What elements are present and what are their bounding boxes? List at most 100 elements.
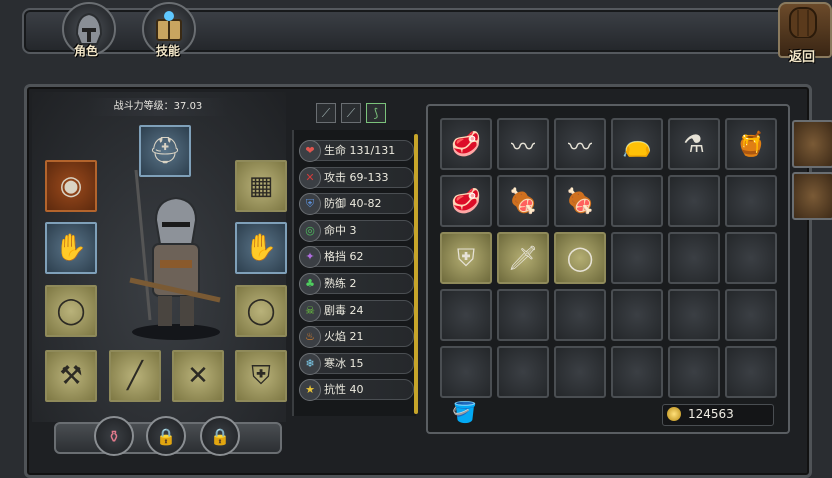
- stat-row: ❤ 生命 131/131: [299, 140, 414, 162]
- power-level: 战斗力等级：37.03: [88, 98, 228, 116]
- stat-row: ♨ 火焰 21: [299, 326, 414, 349]
- ring-slot-left[interactable]: ◯: [45, 285, 97, 337]
- inventory-cell[interactable]: [440, 346, 492, 398]
- stats-scrollbar[interactable]: [414, 134, 418, 414]
- resist-icon: ★: [299, 379, 321, 402]
- inventory-cell[interactable]: 🥩: [440, 118, 492, 170]
- dagger-icon: 🗡: [507, 244, 539, 272]
- quick-slot-potion[interactable]: ⚱: [94, 416, 134, 456]
- honey-jar-icon: 🍯: [736, 130, 766, 158]
- inventory-cell[interactable]: [611, 289, 663, 341]
- bag-tab-1[interactable]: [792, 120, 832, 168]
- raw-meat-icon: 🍖: [565, 187, 595, 215]
- amulet-slot[interactable]: ◉: [45, 160, 97, 212]
- shield-icon: ⛨: [299, 193, 321, 216]
- inventory-cell[interactable]: [497, 346, 549, 398]
- inventory-cell[interactable]: 〰: [554, 118, 606, 170]
- raw-meat-icon: 🍖: [508, 187, 538, 215]
- lock-icon: 🔒: [210, 426, 230, 446]
- inventory-cell[interactable]: 🥩: [440, 175, 492, 227]
- chest-armor-icon: ▦: [248, 171, 274, 201]
- ice-icon: ❄: [299, 352, 321, 375]
- axe-icon: ⚒: [59, 361, 83, 391]
- inventory-cell[interactable]: 〰: [497, 118, 549, 170]
- fire-icon: ♨: [299, 326, 321, 349]
- target-icon: ◎: [299, 219, 321, 242]
- stat-row: ❄ 寒冰 15: [299, 352, 414, 375]
- bucket-icon[interactable]: 🪣: [452, 400, 477, 424]
- stat-text: 火焰 21: [324, 330, 364, 344]
- stat-row: ⛨ 防御 40-82: [299, 193, 414, 216]
- chest-armor-slot[interactable]: ▦: [235, 160, 287, 212]
- sword-filter-icon[interactable]: ⟋: [316, 103, 336, 123]
- spear-icon: ╱: [127, 361, 143, 391]
- quick-slot-locked-2[interactable]: 🔒: [200, 416, 240, 456]
- inventory-cell[interactable]: [554, 346, 606, 398]
- inventory-cell[interactable]: [668, 289, 720, 341]
- worm-icon: 〰: [568, 132, 592, 161]
- inventory-cell[interactable]: 👝: [611, 118, 663, 170]
- ring-icon: ◯: [566, 244, 594, 272]
- inventory-cell[interactable]: ⛨: [440, 232, 492, 284]
- ring-slot-right[interactable]: ◯: [235, 285, 287, 337]
- knight-avatar: [129, 169, 221, 340]
- inventory-cell[interactable]: [440, 289, 492, 341]
- stat-text: 抗性 40: [324, 383, 364, 397]
- stat-text: 剧毒 24: [324, 303, 364, 317]
- inventory-cell[interactable]: 🍖: [554, 175, 606, 227]
- stat-text: 格挡 62: [324, 250, 364, 264]
- skills-tab-label: 技能: [155, 44, 180, 58]
- inventory-cell[interactable]: [725, 175, 777, 227]
- lock-icon: 🔒: [156, 426, 176, 446]
- spear-filter-icon[interactable]: ⟋: [341, 103, 361, 123]
- stat-row: ★ 抗性 40: [299, 379, 414, 402]
- stat-text: 命中 3: [324, 223, 357, 237]
- back-label: 返回: [788, 50, 815, 65]
- block-icon: ✦: [299, 246, 321, 269]
- stat-row: ♣ 熟练 2: [299, 273, 414, 295]
- inventory-cell[interactable]: ⚗: [668, 118, 720, 170]
- gold-amount: 124563: [688, 407, 734, 421]
- potion-icon: ⚱: [107, 426, 121, 446]
- inventory-cell[interactable]: [725, 289, 777, 341]
- shield-slot[interactable]: ⛨: [235, 350, 287, 402]
- character-tab-label: 角色: [73, 44, 98, 58]
- stat-row: ◎ 命中 3: [299, 219, 414, 242]
- inventory-cell[interactable]: [611, 175, 663, 227]
- inventory-cell[interactable]: [611, 346, 663, 398]
- stats-list: ❤ 生命 131/131 ✕ 攻击 69-133 ⛨ 防御 40-82 ◎ 命中 3 ✦ 格挡 6…: [292, 130, 416, 416]
- weapon-slot-axe[interactable]: ⚒: [45, 350, 97, 402]
- inventory-cell[interactable]: 🗡: [497, 232, 549, 284]
- bow-filter-icon[interactable]: ⟆: [366, 103, 386, 123]
- quick-slot-locked-1[interactable]: 🔒: [146, 416, 186, 456]
- stat-text: 熟练 2: [324, 277, 357, 290]
- gloves-slot[interactable]: ✋: [45, 222, 97, 274]
- weapon-slot-spear[interactable]: ╱: [109, 350, 161, 402]
- inventory-cell[interactable]: ◯: [554, 232, 606, 284]
- potion-icon: ⚗: [683, 130, 705, 158]
- bag-tab-2[interactable]: [792, 172, 832, 220]
- ring-icon: ◯: [56, 296, 86, 326]
- inventory-cell[interactable]: [725, 346, 777, 398]
- meat-icon: 🥩: [451, 130, 481, 158]
- heart-icon: ❤: [299, 140, 321, 162]
- inventory-cell[interactable]: [554, 289, 606, 341]
- inventory-cell[interactable]: 🍯: [725, 118, 777, 170]
- inventory-cell[interactable]: 🍖: [497, 175, 549, 227]
- stat-row: ✕ 攻击 69-133: [299, 166, 414, 189]
- inventory-cell[interactable]: [725, 232, 777, 284]
- ring-icon: ◯: [246, 296, 276, 326]
- stat-row: ✦ 格挡 62: [299, 246, 414, 269]
- gloves-slot-right[interactable]: ✋: [235, 222, 287, 274]
- stat-text: 寒冰 15: [324, 356, 364, 370]
- gauntlet-icon: ✋: [244, 233, 278, 263]
- attack-icon: ✕: [299, 166, 321, 189]
- weapon-slot-crossbow[interactable]: ✕: [172, 350, 224, 402]
- clover-icon: ♣: [299, 273, 321, 295]
- inventory-cell[interactable]: [497, 289, 549, 341]
- inventory-cell[interactable]: [668, 346, 720, 398]
- crossbow-icon: ✕: [187, 361, 209, 391]
- inventory-cell[interactable]: [668, 175, 720, 227]
- inventory-cell[interactable]: [668, 232, 720, 284]
- inventory-cell[interactable]: [611, 232, 663, 284]
